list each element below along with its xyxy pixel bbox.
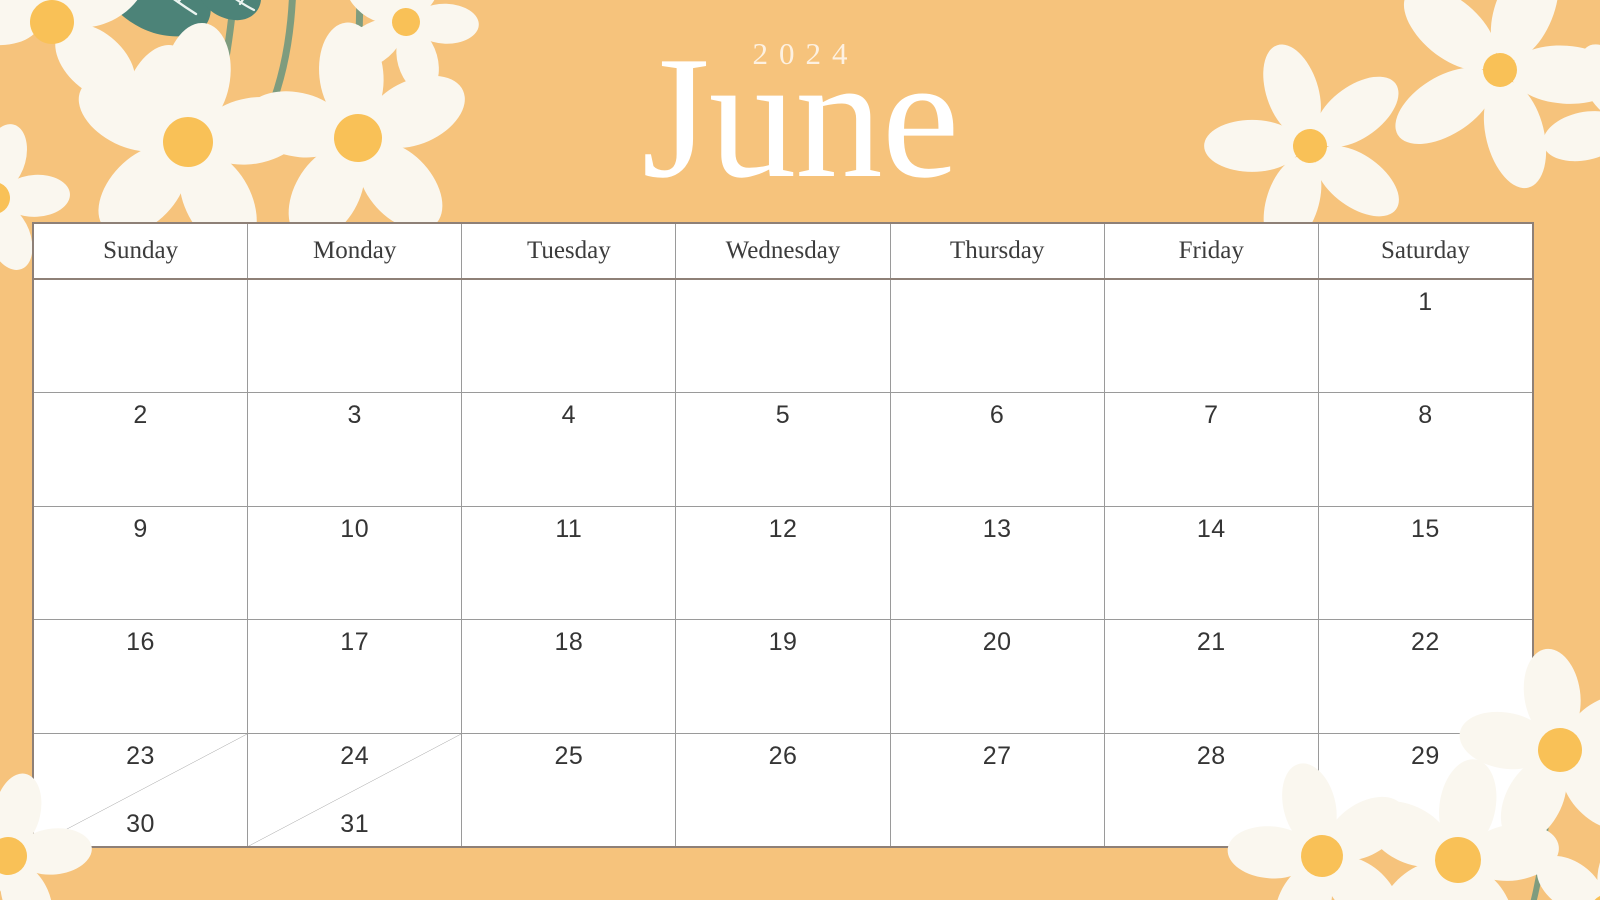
calendar-day-cell[interactable] — [676, 280, 891, 393]
calendar-day-cell[interactable]: 9 — [34, 506, 249, 620]
calendar-day-cell[interactable]: 6 — [891, 393, 1105, 506]
day-number: 28 — [1196, 741, 1226, 770]
calendar-day-cell[interactable]: 26 — [676, 733, 891, 847]
calendar-grid: Sunday Monday Tuesday Wednesday Thursday Frid… — [32, 222, 1534, 848]
calendar-day-cell[interactable]: 3 — [248, 393, 463, 506]
calendar-day-cell[interactable]: 11 — [462, 506, 677, 620]
day-number: 25 — [554, 741, 584, 770]
weekday-header-row: Sunday Monday Tuesday Wednesday Thursday Frid… — [34, 224, 1532, 280]
calendar-day-cell[interactable]: 23 30 — [34, 733, 249, 847]
day-number: 18 — [554, 628, 584, 657]
calendar-day-cell[interactable]: 4 — [462, 393, 677, 506]
day-number: 14 — [1196, 514, 1226, 543]
calendar-day-cell[interactable] — [1105, 280, 1319, 393]
weekday-header-monday: Monday — [248, 224, 463, 278]
day-number: 3 — [347, 401, 362, 430]
day-number: 6 — [989, 401, 1005, 430]
calendar-day-cell[interactable] — [248, 280, 463, 393]
day-number: 23 — [126, 741, 155, 770]
day-number: 2 — [133, 401, 148, 430]
calendar-header: 2024 June — [0, 0, 1600, 222]
calendar-day-cell[interactable]: 15 — [1319, 507, 1532, 619]
calendar-day-cell[interactable]: 7 — [1105, 393, 1319, 506]
calendar-page: 2024 June Sunday Monday Tuesday Wednesday Th… — [0, 0, 1600, 900]
calendar-day-cell[interactable]: 2 — [34, 393, 249, 506]
day-number: 19 — [768, 628, 798, 657]
weekday-header-friday: Friday — [1105, 224, 1319, 278]
weekday-header-tuesday: Tuesday — [462, 224, 677, 278]
calendar-day-cell[interactable]: 29 — [1319, 734, 1532, 846]
day-number: 16 — [126, 628, 155, 657]
day-number: 24 — [340, 741, 370, 770]
day-number: 9 — [133, 514, 148, 543]
day-number: 11 — [555, 514, 583, 543]
calendar-day-cell[interactable]: 25 — [462, 733, 677, 847]
day-number: 15 — [1411, 514, 1440, 543]
calendar-day-cell[interactable]: 8 — [1319, 393, 1532, 505]
day-number: 20 — [982, 628, 1012, 657]
calendar-week-row: 23 30 24 31 25 26 27 28 29 — [34, 733, 1532, 847]
calendar-day-cell[interactable] — [891, 280, 1105, 393]
calendar-day-cell[interactable]: 22 — [1319, 620, 1532, 732]
calendar-day-cell[interactable]: 1 — [1319, 280, 1532, 392]
month-title: June — [641, 20, 960, 214]
day-number-secondary: 30 — [126, 809, 155, 838]
calendar-week-row: 1 — [34, 280, 1532, 394]
calendar-week-row: 16 17 18 19 20 21 22 — [34, 620, 1532, 734]
calendar-day-cell[interactable] — [34, 280, 249, 393]
split-day-cell-inner: 24 31 — [248, 734, 461, 846]
calendar-day-cell[interactable]: 17 — [248, 620, 463, 733]
day-number: 8 — [1418, 401, 1433, 430]
calendar-day-cell[interactable]: 28 — [1105, 733, 1319, 847]
calendar-day-cell[interactable]: 20 — [891, 620, 1105, 733]
day-number: 27 — [982, 741, 1012, 770]
calendar-day-cell[interactable]: 5 — [676, 393, 891, 506]
day-number: 22 — [1411, 628, 1440, 657]
day-number: 26 — [768, 741, 798, 770]
split-day-cell-inner: 23 30 — [34, 734, 247, 846]
day-number: 12 — [768, 514, 798, 543]
calendar-day-cell[interactable]: 27 — [891, 733, 1105, 847]
weekday-header-thursday: Thursday — [891, 224, 1105, 278]
day-number: 29 — [1411, 741, 1440, 770]
day-number: 17 — [340, 628, 370, 657]
day-number: 13 — [982, 514, 1012, 543]
day-number-secondary: 31 — [340, 809, 370, 838]
calendar-day-cell[interactable] — [462, 280, 677, 393]
calendar-week-row: 2 3 4 5 6 7 8 — [34, 393, 1532, 507]
calendar-day-cell[interactable]: 13 — [891, 506, 1105, 620]
day-number: 10 — [340, 514, 370, 543]
calendar-day-cell[interactable]: 16 — [34, 620, 249, 733]
day-number: 4 — [561, 401, 577, 430]
day-number: 5 — [775, 401, 791, 430]
calendar-day-cell[interactable]: 10 — [248, 506, 463, 620]
day-number: 7 — [1204, 401, 1219, 430]
day-number: 21 — [1196, 628, 1226, 657]
calendar-day-cell[interactable]: 19 — [676, 620, 891, 733]
calendar-day-cell[interactable]: 21 — [1105, 620, 1319, 733]
calendar-day-cell[interactable]: 18 — [462, 620, 677, 733]
calendar-weeks: 1 2 3 4 5 6 7 8 9 10 11 12 13 14 15 16 17 18 19 20 21 22 23 30 2… — [34, 280, 1532, 847]
calendar-day-cell[interactable]: 24 31 — [248, 733, 463, 847]
calendar-week-row: 9 10 11 12 13 14 15 — [34, 506, 1532, 621]
calendar-day-cell[interactable]: 14 — [1105, 506, 1319, 620]
weekday-header-sunday: Sunday — [34, 224, 249, 278]
weekday-header-saturday: Saturday — [1380, 237, 1470, 264]
day-number: 1 — [1418, 288, 1433, 316]
calendar-day-cell[interactable]: 12 — [676, 506, 891, 620]
weekday-header-wednesday: Wednesday — [676, 224, 891, 278]
